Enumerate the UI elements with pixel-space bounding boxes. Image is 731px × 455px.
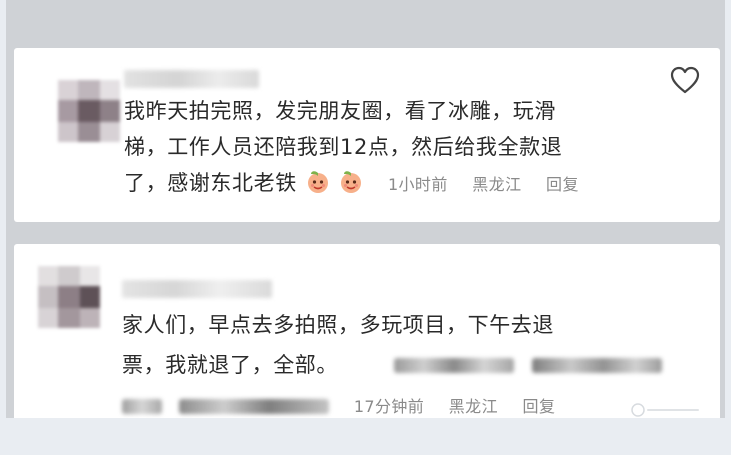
comment-feed: 我昨天拍完照，发完朋友圈，看了冰雕，玩滑 梯，工作人员还陪我到12点，然后给我全…	[6, 0, 725, 418]
redacted-text	[122, 398, 162, 414]
peach-face-icon	[308, 171, 329, 193]
comment-location: 黑龙江	[472, 175, 522, 194]
username-redacted[interactable]	[124, 70, 259, 88]
avatar[interactable]	[38, 266, 100, 328]
comment-line: 了，感谢东北老铁	[124, 171, 297, 195]
reply-button[interactable]: 回复	[546, 175, 579, 194]
comment-location: 黑龙江	[448, 397, 498, 416]
comment-line-with-meta: 了，感谢东北老铁 1小时前 黑龙江 回复	[124, 166, 579, 202]
comment-line: 票，我就退了，全部。	[122, 353, 338, 377]
redacted-text	[179, 398, 330, 414]
avatar[interactable]	[58, 80, 120, 142]
heart-icon[interactable]	[670, 66, 700, 94]
comment-card: 家人们，早点去多拍照，多玩项目，下午去退 票，我就退了，全部。 17分钟前 黑龙…	[14, 244, 720, 418]
comment-time: 1小时前	[387, 175, 448, 194]
comment-meta-line: 17分钟前 黑龙江 回复	[122, 388, 555, 418]
comment-time: 17分钟前	[353, 397, 425, 416]
page-background	[0, 418, 731, 455]
comment-line: 家人们，早点去多拍照，多玩项目，下午去退	[122, 313, 554, 337]
peach-face-icon	[341, 171, 362, 193]
reply-button[interactable]: 回复	[523, 397, 556, 416]
watermark-logo-icon	[631, 403, 699, 417]
username-redacted[interactable]	[122, 280, 272, 298]
comment-line: 梯，工作人员还陪我到12点，然后给我全款退	[124, 135, 563, 159]
comment-card: 我昨天拍完照，发完朋友圈，看了冰雕，玩滑 梯，工作人员还陪我到12点，然后给我全…	[14, 48, 720, 222]
comment-line: 我昨天拍完照，发完朋友圈，看了冰雕，玩滑	[124, 99, 556, 123]
redacted-text	[394, 358, 514, 373]
redacted-text	[532, 358, 662, 373]
